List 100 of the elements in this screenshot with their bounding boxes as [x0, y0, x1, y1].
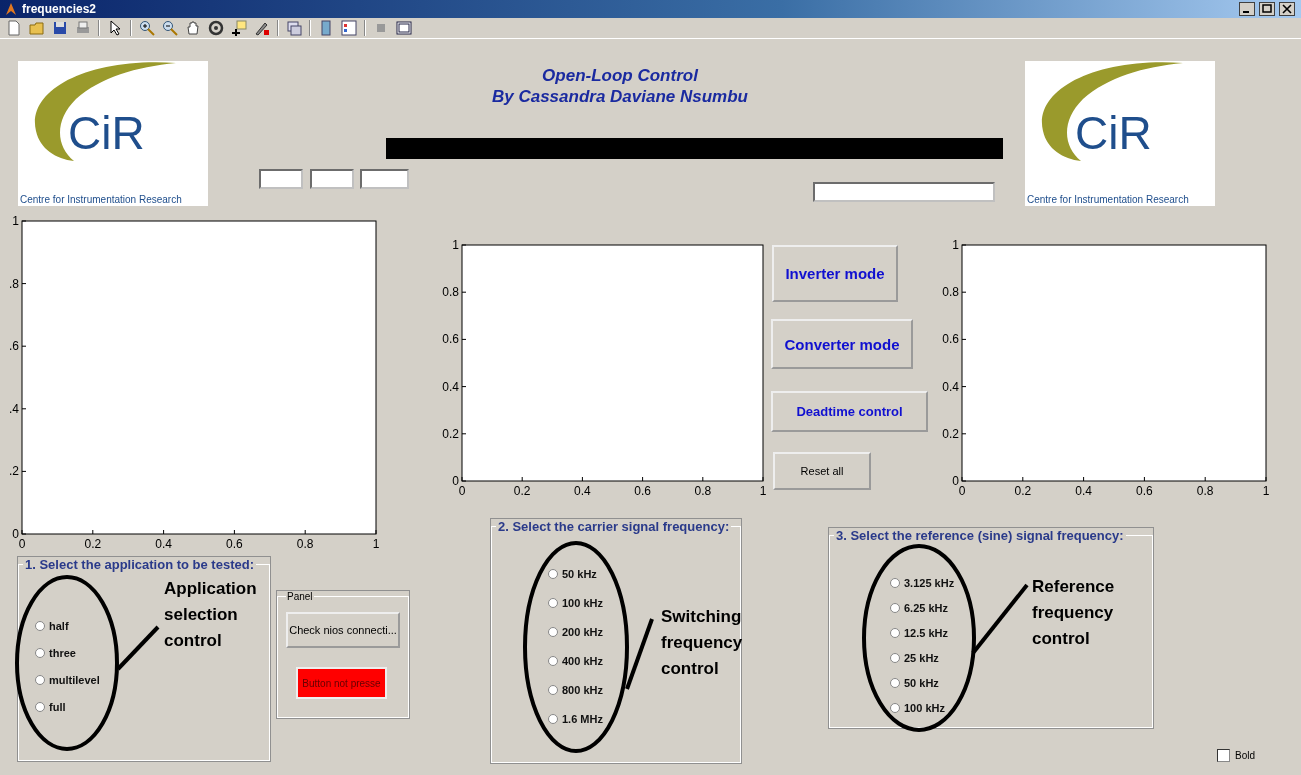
bold-checkbox[interactable]: Bold: [1217, 749, 1255, 762]
heading-text: By Cassandra Daviane Nsumbu: [491, 86, 748, 107]
data-cursor-icon[interactable]: [231, 20, 247, 36]
radio-option[interactable]: 6.25 kHz: [890, 602, 949, 614]
panel-title: 3. Select the reference (sine) signal frequency:: [835, 528, 1125, 543]
open-folder-icon[interactable]: [29, 20, 45, 36]
logo-caption: Centre for Instrumentation Research: [20, 194, 182, 205]
radio-button[interactable]: [548, 627, 558, 637]
radio-button[interactable]: [548, 656, 558, 666]
tick-label: 0.8: [942, 285, 959, 300]
tick-label: .4: [9, 401, 19, 416]
window-title: frequencies2: [22, 2, 97, 16]
radio-option[interactable]: full: [35, 701, 66, 713]
radio-button[interactable]: [890, 703, 900, 713]
annotation-text: Reference frequency control: [1032, 576, 1115, 650]
radio-button[interactable]: [548, 598, 558, 608]
radio-option[interactable]: 25 kHz: [890, 652, 939, 664]
link-icon[interactable]: [286, 20, 302, 36]
panel-title: 1. Select the application to be tested:: [24, 557, 255, 572]
tick-label: .8: [9, 276, 19, 291]
radio-button[interactable]: [890, 628, 900, 638]
maximize-icon[interactable]: [1259, 2, 1275, 16]
radio-button[interactable]: [890, 578, 900, 588]
radio-button[interactable]: [548, 714, 558, 724]
tick-label: 0.4: [155, 537, 172, 551]
tick-label: 0.4: [442, 379, 459, 394]
logo-caption: Centre for Instrumentation Research: [1027, 194, 1189, 205]
tick-label: 0: [952, 474, 959, 488]
tick-label: 0.8: [694, 484, 712, 498]
save-icon[interactable]: [52, 20, 68, 36]
pointer-icon[interactable]: [107, 20, 123, 36]
radio-button[interactable]: [35, 621, 45, 631]
radio-button[interactable]: [548, 569, 558, 579]
flame-icon: [4, 2, 18, 16]
print-icon[interactable]: [75, 20, 91, 36]
radio-option[interactable]: 50 kHz: [548, 568, 597, 580]
minimize-icon[interactable]: [1239, 2, 1255, 16]
checkbox[interactable]: [1217, 749, 1230, 762]
radio-button[interactable]: [890, 603, 900, 613]
tick-label: 0.2: [513, 484, 531, 498]
radio-button[interactable]: [890, 678, 900, 688]
radio-button[interactable]: [35, 702, 45, 712]
tick-label: 1: [1262, 484, 1270, 498]
radio-button[interactable]: [548, 685, 558, 695]
tick-label: .2: [9, 464, 19, 479]
text-field[interactable]: [310, 169, 354, 189]
zoom-in-icon[interactable]: [139, 20, 155, 36]
radio-option[interactable]: 200 kHz: [548, 626, 603, 638]
frame-icon[interactable]: [396, 20, 412, 36]
tick-label: 0.6: [942, 332, 959, 347]
annotation-text: Switching frequency control: [661, 606, 743, 680]
tick-label: 0: [18, 537, 26, 551]
leader-line: [971, 583, 1029, 655]
radio-option[interactable]: 400 kHz: [548, 655, 603, 667]
tick-label: 0.6: [442, 332, 459, 347]
radio-option[interactable]: 12.5 kHz: [890, 627, 949, 639]
radio-option[interactable]: 100 kHz: [890, 702, 945, 714]
text-field[interactable]: [360, 169, 409, 189]
annotation-text: Application selection control: [164, 578, 257, 652]
brush-icon[interactable]: [254, 20, 270, 36]
radio-option[interactable]: 800 kHz: [548, 684, 603, 696]
tick-label: 0.4: [574, 484, 591, 498]
tick-label: 0.2: [84, 537, 102, 551]
radio-option[interactable]: half: [35, 620, 69, 632]
tick-label: 0: [452, 474, 459, 488]
radio-option[interactable]: three: [35, 647, 76, 659]
zoom-out-icon[interactable]: [162, 20, 178, 36]
colorbar-icon[interactable]: [318, 20, 334, 36]
mode-button[interactable]: Inverter mode: [772, 245, 898, 302]
tick-label: 1: [372, 537, 380, 551]
radio-option[interactable]: 50 kHz: [890, 677, 939, 689]
tick-label: 0.2: [442, 426, 459, 441]
tick-label: 0.2: [942, 426, 959, 441]
tick-label: 0: [12, 527, 19, 541]
tick-label: 0: [458, 484, 466, 498]
radio-option[interactable]: multilevel: [35, 674, 100, 686]
tick-label: 0.6: [226, 537, 243, 551]
radio-button[interactable]: [890, 653, 900, 663]
check-connection-button[interactable]: Check nios connecti...: [286, 612, 400, 648]
radio-option[interactable]: 3.125 kHz: [890, 577, 955, 589]
heading-text: Open-Loop Control: [542, 65, 698, 86]
text-field[interactable]: [259, 169, 303, 189]
new-file-icon[interactable]: [6, 20, 22, 36]
tick-label: .6: [9, 339, 19, 354]
radio-button[interactable]: [35, 675, 45, 685]
tick-label: 0.6: [1136, 484, 1153, 498]
tick-label: 1: [952, 238, 959, 252]
text-field[interactable]: [813, 182, 995, 202]
tick-label: 0: [958, 484, 966, 498]
radio-button[interactable]: [35, 648, 45, 658]
mode-button[interactable]: Converter mode: [771, 319, 913, 369]
panel-title: Panel: [286, 591, 314, 602]
radio-option[interactable]: 100 kHz: [548, 597, 603, 609]
tick-label: 0.8: [442, 285, 459, 300]
legend-icon[interactable]: [341, 20, 357, 36]
close-icon[interactable]: [1279, 2, 1295, 16]
mode-button[interactable]: Deadtime control: [771, 391, 928, 432]
mode-button[interactable]: Reset all: [773, 452, 871, 490]
radio-option[interactable]: 1.6 MHz: [548, 713, 603, 725]
panel-title: 2. Select the carrier signal frequency:: [497, 519, 731, 534]
